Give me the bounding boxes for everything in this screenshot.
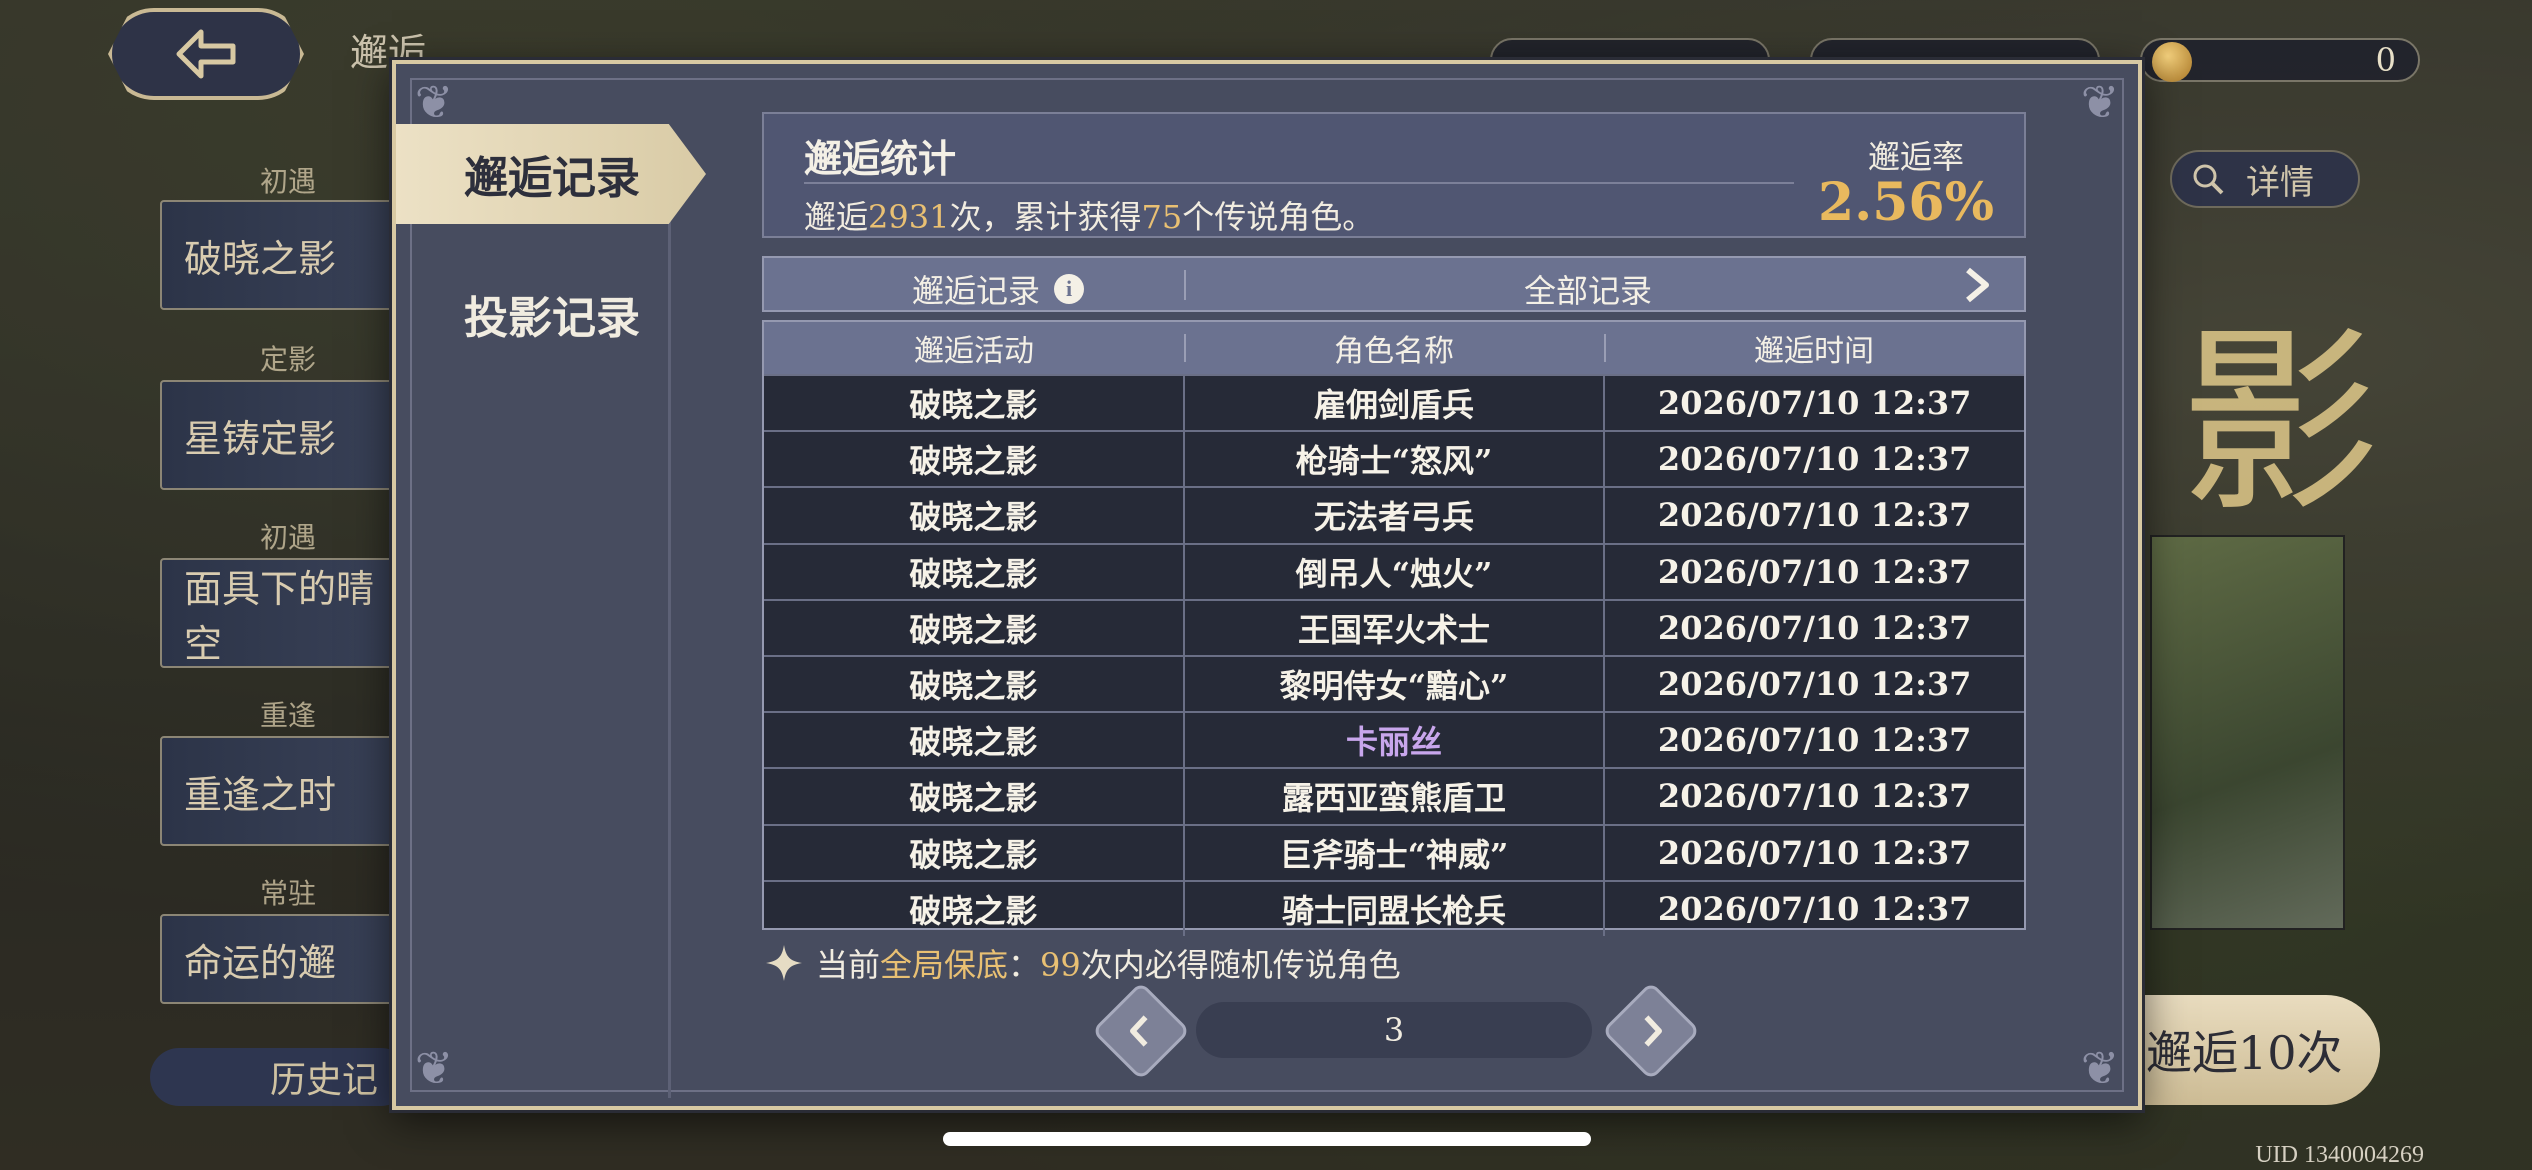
stats-title: 邂逅统计 xyxy=(804,136,957,181)
chevron-right-icon[interactable] xyxy=(1960,266,1994,304)
cell-time: 2026/07/10 12:37 xyxy=(1603,488,2024,543)
info-icon[interactable]: i xyxy=(1054,274,1085,304)
detail-button[interactable]: 详情 xyxy=(2170,150,2360,208)
coin-icon xyxy=(2152,42,2192,82)
cell-name: 倒吊人“烛火” xyxy=(1182,544,1604,599)
stats-summary: 邂逅2931次，累计获得75个传说角色。 xyxy=(804,198,1375,236)
cell-activity: 破晓之影 xyxy=(909,891,1038,930)
cell-time: 2026/07/10 12:37 xyxy=(1603,881,2024,936)
pity-guarantee-note: 当前全局保底：99次内必得随机传说角色 xyxy=(764,940,1401,986)
cell-time: 2026/07/10 12:37 xyxy=(1603,713,2024,768)
side-tab-label-1: 初遇 xyxy=(260,165,317,198)
cell-time: 2026/07/10 12:37 xyxy=(1603,544,2024,599)
table-row: 破晓之影 巨斧骑士“神威” 2026/07/10 12:37 xyxy=(764,823,2024,880)
table-row: 破晓之影 王国军火术士 2026/07/10 12:37 xyxy=(764,598,2024,655)
cell-name: 无法者弓兵 xyxy=(1182,488,1604,543)
cell-activity: 破晓之影 xyxy=(909,498,1038,537)
zoom-icon xyxy=(2193,164,2224,195)
cell-name: 王国军火术士 xyxy=(1182,600,1604,655)
cell-activity: 破晓之影 xyxy=(909,442,1038,481)
col-header-name: 角色名称 xyxy=(1184,322,1604,374)
side-tab-banner-4[interactable]: 重逢之时 xyxy=(160,736,400,846)
cell-time: 2026/07/10 12:37 xyxy=(1603,376,2024,431)
records-table: 邂逅活动 角色名称 邂逅时间 破晓之影 雇佣剑盾兵 2026/07/10 12:… xyxy=(762,320,2026,936)
cell-name: 黎明侍女“黯心” xyxy=(1182,656,1604,712)
chevron-left-icon xyxy=(1130,1015,1148,1047)
side-tab-banner-2[interactable]: 星铸定影 xyxy=(160,380,400,490)
back-button[interactable] xyxy=(108,8,304,100)
history-button[interactable]: 历史记 xyxy=(150,1048,410,1106)
side-tab-banner-1[interactable]: 破晓之影 xyxy=(160,200,400,310)
sparkle-icon xyxy=(766,945,802,981)
side-tab-banner-3[interactable]: 面具下的晴空 xyxy=(160,558,400,668)
banner-preview-image xyxy=(2150,535,2345,930)
table-row: 破晓之影 无法者弓兵 2026/07/10 12:37 xyxy=(764,486,2024,543)
table-row: 破晓之影 卡丽丝 2026/07/10 12:37 xyxy=(764,711,2024,768)
cell-name: 巨斧骑士“神威” xyxy=(1182,825,1604,880)
rate-value: 2.56% xyxy=(1817,172,1994,233)
cell-time: 2026/07/10 12:37 xyxy=(1603,656,2024,712)
record-filter-bar: 邂逅记录 i 全部记录 xyxy=(762,256,2026,312)
corner-ornament-icon: ❦ xyxy=(414,75,454,129)
filter-separator xyxy=(1184,270,1186,300)
cell-name: 枪骑士“怒风” xyxy=(1182,432,1604,487)
table-row: 破晓之影 倒吊人“烛火” 2026/07/10 12:37 xyxy=(764,542,2024,599)
legend-count: 75 xyxy=(1141,198,1183,236)
filter-dropdown-all-records[interactable]: 全部记录 xyxy=(1524,266,1652,312)
back-arrow-icon xyxy=(176,29,236,79)
col-header-activity: 邂逅活动 xyxy=(914,334,1034,369)
cell-time: 2026/07/10 12:37 xyxy=(1603,600,2024,655)
banner-logo: 影 xyxy=(2180,307,2381,540)
side-tab-banner-5[interactable]: 命运的邂 xyxy=(160,914,400,1004)
col-header-time: 邂逅时间 xyxy=(1604,322,2024,374)
filter-left-label: 邂逅记录 xyxy=(912,272,1041,310)
home-indicator[interactable] xyxy=(943,1132,1591,1146)
table-row: 破晓之影 露西亚蛮熊盾卫 2026/07/10 12:37 xyxy=(764,767,2024,824)
table-row: 破晓之影 黎明侍女“黯心” 2026/07/10 12:37 xyxy=(764,654,2024,712)
filter-left: 邂逅记录 i xyxy=(912,266,1085,312)
cell-activity: 破晓之影 xyxy=(909,835,1038,874)
cell-activity: 破晓之影 xyxy=(909,386,1038,425)
side-tab-label-2: 定影 xyxy=(260,343,317,376)
table-row: 破晓之影 骑士同盟长枪兵 2026/07/10 12:37 xyxy=(764,879,2024,936)
page-number: 3 xyxy=(1196,1002,1592,1058)
cell-name: 骑士同盟长枪兵 xyxy=(1182,881,1604,936)
corner-ornament-icon: ❦ xyxy=(2080,75,2120,129)
tab-encounter-records[interactable]: 邂逅记录 xyxy=(396,124,706,224)
cell-activity: 破晓之影 xyxy=(909,667,1038,706)
side-tab-label-4: 重逢 xyxy=(260,699,317,732)
encounter-stats-panel: 邂逅统计 邂逅2931次，累计获得75个传说角色。 邂逅率 2.56% xyxy=(762,112,2026,238)
table-header: 邂逅活动 角色名称 邂逅时间 xyxy=(764,322,2024,374)
resource-value: 0 xyxy=(2375,41,2396,79)
detail-label: 详情 xyxy=(2246,162,2314,203)
cell-name: 露西亚蛮熊盾卫 xyxy=(1182,769,1604,824)
cell-activity: 破晓之影 xyxy=(909,610,1038,649)
chevron-right-icon xyxy=(1644,1015,1662,1047)
record-modal: ❦ ❦ ❦ ❦ 邂逅记录 投影记录 邂逅统计 邂逅2931次，累计获得75个传说… xyxy=(392,60,2142,1110)
tab-projection-records[interactable]: 投影记录 xyxy=(396,264,676,364)
table-row: 破晓之影 雇佣剑盾兵 2026/07/10 12:37 xyxy=(764,374,2024,431)
total-count: 2931 xyxy=(868,198,950,236)
summon-10-button[interactable]: 邂逅10次 xyxy=(2140,995,2380,1105)
cell-time: 2026/07/10 12:37 xyxy=(1603,769,2024,824)
cell-name: 雇佣剑盾兵 xyxy=(1182,376,1604,431)
cell-time: 2026/07/10 12:37 xyxy=(1603,432,2024,487)
cell-name-rare: 卡丽丝 xyxy=(1182,713,1604,768)
stats-divider xyxy=(804,182,1794,184)
uid-label: UID 1340004269 xyxy=(2255,1142,2424,1168)
table-row: 破晓之影 枪骑士“怒风” 2026/07/10 12:37 xyxy=(764,430,2024,487)
corner-ornament-icon: ❦ xyxy=(414,1041,454,1095)
cell-time: 2026/07/10 12:37 xyxy=(1603,825,2024,880)
side-tab-label-3: 初遇 xyxy=(260,521,317,554)
cell-activity: 破晓之影 xyxy=(909,723,1038,762)
cell-activity: 破晓之影 xyxy=(909,554,1038,593)
corner-ornament-icon: ❦ xyxy=(2080,1041,2120,1095)
cell-activity: 破晓之影 xyxy=(909,779,1038,818)
resource-pill-3: 0 xyxy=(2140,38,2420,82)
side-tab-label-5: 常驻 xyxy=(260,877,317,910)
